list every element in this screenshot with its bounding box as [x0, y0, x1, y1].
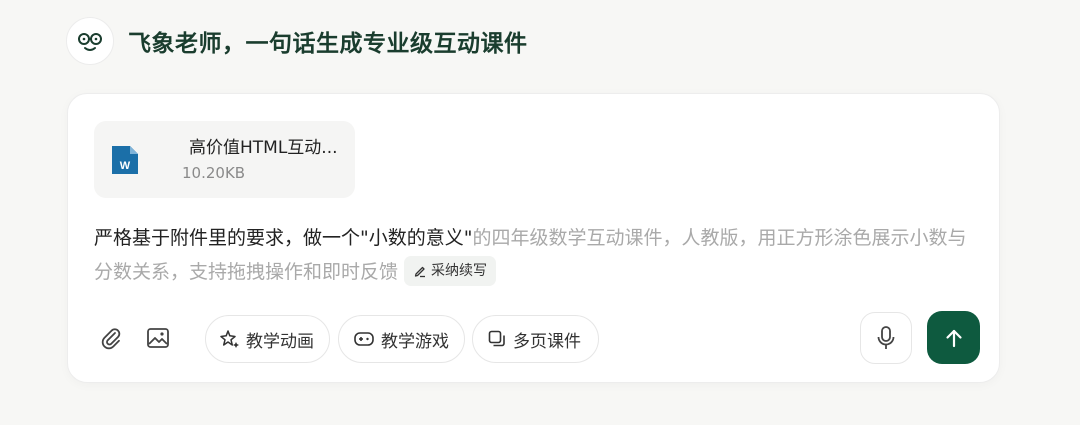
glasses-face-icon — [78, 33, 102, 51]
arrow-up-icon — [945, 329, 962, 347]
chip-teaching-animation[interactable]: 教学动画 — [205, 315, 330, 363]
microphone-icon — [877, 326, 895, 349]
gamepad-icon — [354, 332, 374, 346]
avatar[interactable] — [66, 17, 114, 65]
file-name: 高价值HTML互动... — [189, 138, 338, 158]
prompt-card: W 高价值HTML互动... 10.20KB 严格基于附件里的要求，做一个"小数… — [67, 93, 1000, 383]
header: 飞象老师，一句话生成专业级互动课件 — [66, 17, 528, 65]
prompt-typed-text: 严格基于附件里的要求，做一个"小数的意义" — [94, 227, 473, 249]
send-button[interactable] — [927, 311, 980, 364]
file-size: 10.20KB — [182, 164, 246, 182]
paperclip-icon — [101, 328, 121, 350]
pages-icon — [488, 330, 505, 347]
svg-text:W: W — [120, 160, 131, 172]
attach-file-button[interactable] — [96, 323, 126, 353]
page-title: 飞象老师，一句话生成专业级互动课件 — [128, 30, 528, 57]
upload-image-button[interactable] — [143, 323, 173, 353]
chip-teaching-game[interactable]: 教学游戏 — [338, 315, 465, 363]
attachment-file[interactable]: W 高价值HTML互动... 10.20KB — [94, 121, 355, 198]
image-icon — [147, 328, 169, 348]
sparkle-icon — [220, 330, 239, 348]
voice-input-button[interactable] — [860, 312, 912, 364]
chip-multipage-courseware[interactable]: 多页课件 — [472, 315, 599, 363]
adopt-label: 采纳续写 — [431, 262, 488, 279]
adopt-suggestion-button[interactable]: 采纳续写 — [404, 255, 497, 286]
pen-icon — [414, 266, 426, 277]
chip-label: 教学游戏 — [381, 331, 449, 352]
chip-label: 多页课件 — [513, 331, 581, 352]
chip-label: 教学动画 — [246, 331, 314, 352]
word-document-icon: W — [112, 146, 138, 174]
prompt-input[interactable]: 严格基于附件里的要求，做一个"小数的意义"的四年级数学互动课件，人教版，用正方形… — [94, 221, 979, 289]
